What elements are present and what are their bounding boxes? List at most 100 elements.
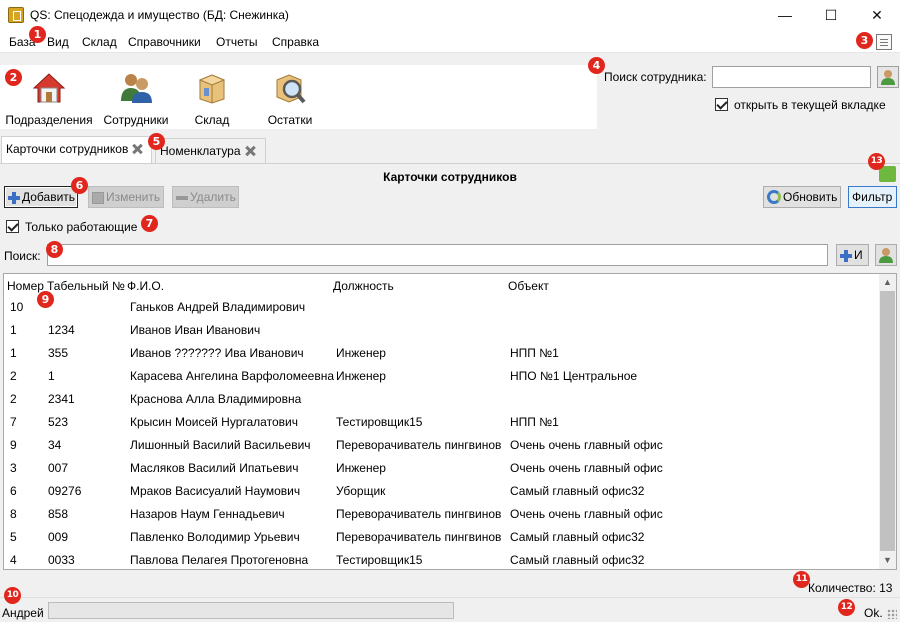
cell-number: 9: [10, 438, 17, 452]
open-in-current-tab-checkbox[interactable]: [715, 98, 728, 111]
toolbar-employees-button[interactable]: Сотрудники: [101, 69, 171, 127]
status-bar: Андрей Ok.: [0, 597, 900, 622]
cell-position: Переворачиватель пингвинов: [336, 530, 502, 544]
only-working-checkbox[interactable]: [6, 220, 19, 233]
column-header-object[interactable]: Объект: [508, 279, 549, 293]
cell-fio: Иванов ??????? Ива Иванович: [130, 346, 304, 360]
cell-number: 7: [10, 415, 17, 429]
cell-fio: Мраков Васисуалий Наумович: [130, 484, 301, 498]
cell-number: 4: [10, 553, 17, 567]
minus-icon: [176, 196, 188, 200]
cell-number: 1: [10, 346, 17, 360]
filter-button[interactable]: Фильтр: [848, 186, 897, 208]
status-progress-field: [48, 602, 454, 619]
column-header-number[interactable]: Номер: [7, 279, 44, 293]
badge-5: 5: [148, 133, 165, 150]
table-row[interactable]: 6 09276 Мраков Васисуалий Наумович Уборщик С…: [4, 480, 879, 503]
badge-11: 11: [793, 571, 810, 588]
vertical-scrollbar[interactable]: ▲ ▼: [879, 274, 896, 569]
table-row[interactable]: 4 0033 Павлова Пелагея Протогеновна Тестиро…: [4, 549, 879, 569]
toolbar-employees-label: Сотрудники: [103, 113, 169, 127]
table-row[interactable]: 2 2341 Краснова Алла Владимировна: [4, 388, 879, 411]
cell-tab-number: 523: [48, 415, 69, 429]
cell-fio: Лишонный Василий Васильевич: [130, 438, 311, 452]
maximize-button[interactable]: ☐: [808, 0, 854, 31]
badge-3: 3: [856, 32, 873, 49]
cell-fio: Павленко Володимир Урьевич: [130, 530, 300, 544]
cell-tab-number: 34: [48, 438, 62, 452]
toolbar-warehouse-button[interactable]: Склад: [186, 69, 238, 127]
close-button[interactable]: ✕: [854, 0, 900, 31]
cell-object: Самый главный офис32: [510, 484, 645, 498]
cell-tab-number: 009: [48, 530, 69, 544]
cell-position: Уборщик: [336, 484, 386, 498]
menu-otchety[interactable]: Отчеты: [216, 35, 257, 49]
badge-9: 9: [37, 291, 54, 308]
add-and-condition-button[interactable]: И: [836, 244, 869, 266]
column-header-tab-number[interactable]: Табельный №: [47, 279, 125, 293]
info-icon[interactable]: [879, 166, 896, 182]
table-row[interactable]: 1 1234 Иванов Иван Иванович: [4, 319, 879, 342]
table-row[interactable]: 8 858 Назаров Наум Геннадьевич Переворачива…: [4, 503, 879, 526]
cell-fio: Павлова Пелагея Протогеновна: [130, 553, 309, 567]
cell-fio: Иванов Иван Иванович: [130, 323, 261, 337]
tab-nomenclature[interactable]: Номенклатура: [155, 138, 266, 163]
add-button[interactable]: Добавить: [4, 186, 78, 208]
badge-12: 12: [838, 599, 855, 616]
search-person-button[interactable]: [875, 244, 897, 266]
window-title: QS: Спецодежда и имущество (БД: Снежинка…: [30, 8, 289, 22]
cell-number: 3: [10, 461, 17, 475]
resize-grip-icon[interactable]: [887, 609, 897, 619]
close-icon[interactable]: [244, 145, 256, 157]
cell-tab-number: 2341: [48, 392, 75, 406]
view-list-icon[interactable]: [876, 34, 892, 50]
table-row[interactable]: 10 Ганьков Андрей Владимирович: [4, 296, 879, 319]
table-row[interactable]: 5 009 Павленко Володимир Урьевич Переворачи…: [4, 526, 879, 549]
toolbar-stock-button[interactable]: Остатки: [262, 69, 318, 127]
cell-position: Инженер: [336, 369, 386, 383]
cell-fio: Ганьков Андрей Владимирович: [130, 300, 306, 314]
menu-spravochniki[interactable]: Справочники: [128, 35, 201, 49]
table-row[interactable]: 2 1 Карасева Ангелина Варфоломеевна Инженер…: [4, 365, 879, 388]
tab-employee-cards[interactable]: Карточки сотрудников: [1, 136, 152, 164]
table-row[interactable]: 3 007 Масляков Василий Ипатьевич Инженер Оче…: [4, 457, 879, 480]
status-user: Андрей: [2, 606, 44, 620]
menu-sklad[interactable]: Склад: [82, 35, 117, 49]
cell-position: Тестировщик15: [336, 415, 423, 429]
cell-number: 6: [10, 484, 17, 498]
cell-position: Тестировщик15: [336, 553, 423, 567]
add-button-label: Добавить: [22, 190, 76, 204]
status-ok: Ok.: [864, 606, 883, 620]
search-input[interactable]: [47, 244, 828, 266]
menu-spravka[interactable]: Справка: [272, 35, 319, 49]
only-working-label: Только работающие: [25, 220, 138, 234]
cell-number: 8: [10, 507, 17, 521]
plus-icon: [840, 250, 852, 262]
menu-bar: База Вид Склад Справочники Отчеты Справк…: [0, 31, 900, 53]
edit-button-label: Изменить: [106, 190, 161, 204]
column-header-position[interactable]: Должность: [333, 279, 394, 293]
cell-tab-number: 09276: [48, 484, 82, 498]
scroll-thumb[interactable]: [880, 291, 895, 551]
search-label: Поиск:: [4, 249, 41, 263]
column-header-fio[interactable]: Ф.И.О.: [127, 279, 164, 293]
employee-search-input[interactable]: [712, 66, 871, 88]
refresh-button[interactable]: Обновить: [763, 186, 841, 208]
cell-object: НПП №1: [510, 415, 559, 429]
delete-button[interactable]: Удалить: [172, 186, 239, 208]
table-row[interactable]: 9 34 Лишонный Василий Васильевич Переворачи…: [4, 434, 879, 457]
employee-table: Номер Табельный № Ф.И.О. Должность Объек…: [3, 273, 897, 570]
scroll-up-arrow[interactable]: ▲: [879, 274, 896, 291]
employee-search-button[interactable]: [877, 66, 899, 88]
scroll-down-arrow[interactable]: ▼: [879, 552, 896, 569]
cell-fio: Масляков Василий Ипатьевич: [130, 461, 299, 475]
delete-button-label: Удалить: [190, 190, 236, 204]
table-row[interactable]: 7 523 Крысин Моисей Нургалатович Тестировщи…: [4, 411, 879, 434]
cell-position: Инженер: [336, 346, 386, 360]
edit-button[interactable]: Изменить: [88, 186, 164, 208]
close-icon[interactable]: [131, 143, 143, 155]
menu-vid[interactable]: Вид: [47, 35, 69, 49]
table-row[interactable]: 1 355 Иванов ??????? Ива Иванович Инженер НП…: [4, 342, 879, 365]
cell-tab-number: 1234: [48, 323, 75, 337]
minimize-button[interactable]: —: [762, 0, 808, 31]
